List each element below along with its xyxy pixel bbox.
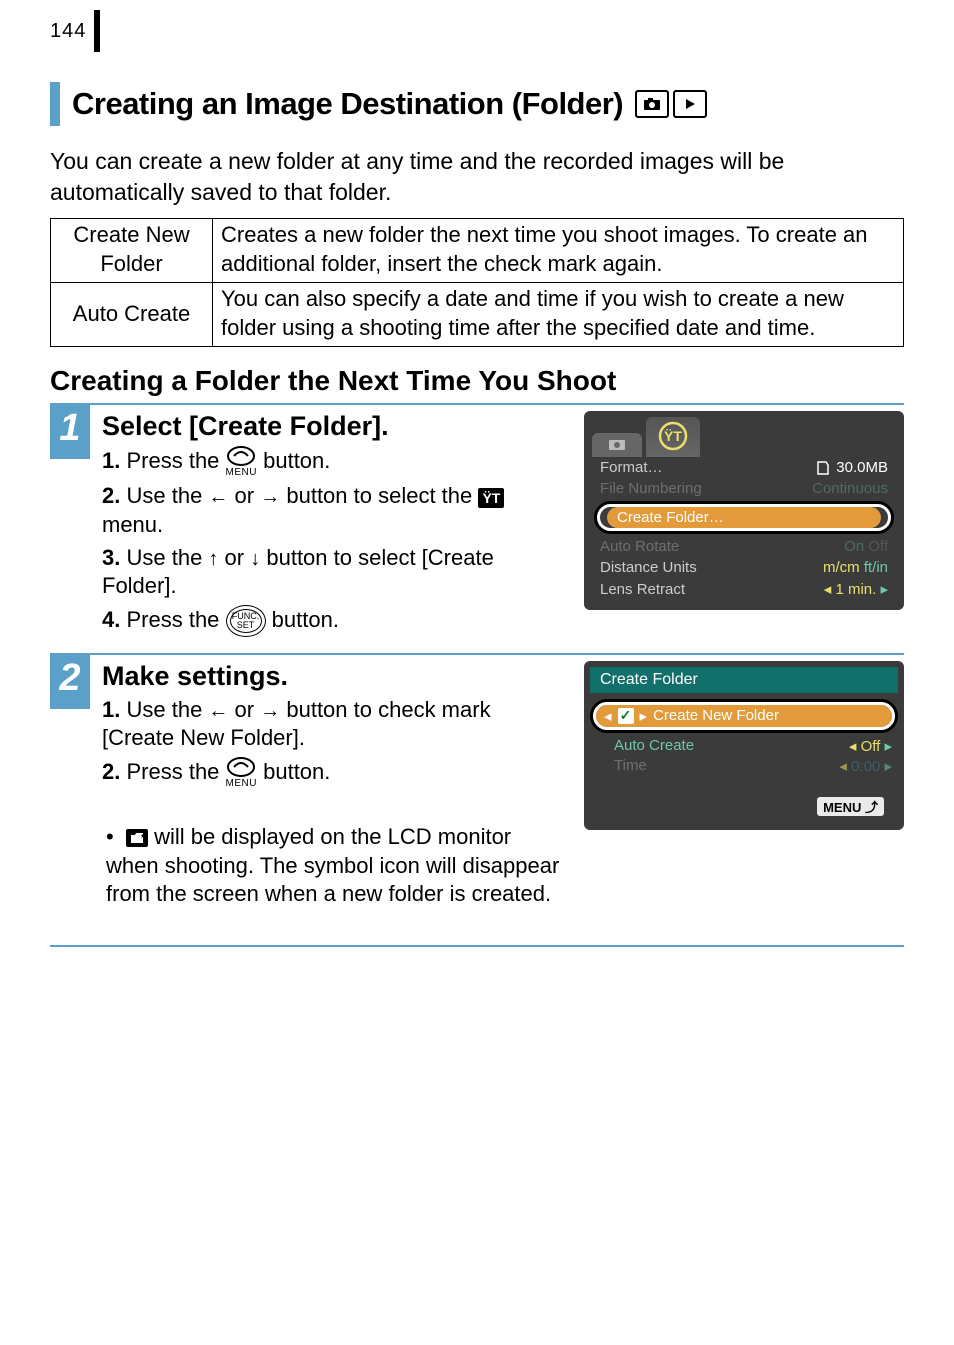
option-label: Create New Folder — [51, 219, 213, 283]
instruction-line: 2. Press the MENU button. — [102, 757, 568, 789]
section-title: Creating an Image Destination (Folder) — [72, 86, 623, 122]
intro-text: You can create a new folder at any time … — [50, 146, 904, 208]
func-set-button-icon: FUNC. SET — [226, 605, 266, 637]
left-arrow-icon: ← — [208, 700, 228, 722]
instruction-line: 2. Use the ← or → button to select the Ÿ… — [102, 482, 568, 539]
highlighted-menu-item: ◂ ✓ ▸ Create New Folder — [590, 699, 898, 733]
down-arrow-icon: ↓ — [250, 548, 260, 570]
table-row: Create New Folder Creates a new folder t… — [51, 219, 904, 283]
step-ordinal: 1. — [102, 697, 120, 722]
sub-heading: Creating a Folder the Next Time You Shoo… — [50, 365, 904, 397]
menu-item: Lens Retract ◂ 1 min. ▸ — [594, 578, 894, 600]
mode-icons — [635, 90, 707, 118]
option-desc: Creates a new folder the next time you s… — [213, 219, 904, 283]
page-number-block: 144 — [50, 10, 904, 52]
menu-back-button: MENU — [817, 797, 884, 816]
up-arrow-icon: ↑ — [208, 548, 218, 570]
step-ordinal: 3. — [102, 545, 120, 570]
camera-mode-icon — [635, 90, 669, 118]
svg-text:★: ★ — [140, 832, 144, 840]
menu-item: Format… 30.0MB — [594, 457, 894, 478]
step-2: 2 Make settings. 1. Use the ← or → butto… — [50, 653, 904, 947]
step-ordinal: 2. — [102, 759, 120, 784]
menu-item: Auto Rotate On Off — [594, 536, 894, 557]
submenu-title: Create Folder — [590, 667, 898, 693]
instruction-line: 1. Use the ← or → button to check mark [… — [102, 696, 568, 753]
menu-item: Auto Create ◂ Off ▸ — [584, 737, 904, 757]
step-number: 1 — [50, 405, 90, 459]
table-row: Auto Create You can also specify a date … — [51, 283, 904, 347]
title-accent — [50, 82, 60, 126]
manual-page: 144 Creating an Image Destination (Folde… — [0, 0, 954, 1345]
tools-menu-icon: ŸT — [478, 488, 504, 508]
step-ordinal: 1. — [102, 448, 120, 473]
menu-item: Distance Units m/cm ft/in — [594, 557, 894, 578]
step-ordinal: 2. — [102, 483, 120, 508]
camera-submenu-screenshot: Create Folder ◂ ✓ ▸ Create New Folder Au… — [584, 661, 904, 830]
instruction-line: 4. Press the FUNC. SET button. — [102, 605, 568, 637]
right-arrow-icon: → — [260, 486, 280, 508]
menu-button-icon: MENU — [226, 446, 257, 478]
instruction-line: 1. Press the MENU button. — [102, 446, 568, 478]
menu-button-icon: MENU — [226, 757, 257, 789]
option-desc: You can also specify a date and time if … — [213, 283, 904, 347]
section-title-bar: Creating an Image Destination (Folder) — [50, 82, 904, 126]
camera-menu-screenshot: ŸT Format… 30.0MB File Numbering — [584, 411, 904, 610]
sd-card-icon — [816, 460, 830, 476]
step-title: Make settings. — [102, 661, 568, 692]
new-folder-indicator-icon: ★ — [126, 829, 148, 847]
svg-text:ŸT: ŸT — [664, 428, 682, 444]
camera-tab-icon — [592, 433, 642, 457]
playback-mode-icon — [673, 90, 707, 118]
instruction-line: 3. Use the ↑ or ↓ button to select [Crea… — [102, 544, 568, 601]
step-ordinal: 4. — [102, 607, 120, 632]
note-line: • ★ will be displayed on the LCD monitor… — [102, 823, 568, 909]
page-number-divider — [94, 10, 100, 52]
page-number: 144 — [50, 20, 86, 43]
step-1: 1 Select [Create Folder]. 1. Press the M… — [50, 403, 904, 652]
checkmark-icon: ✓ — [618, 708, 634, 724]
right-arrow-icon: → — [260, 700, 280, 722]
menu-item: File Numbering Continuous — [594, 478, 894, 499]
step-number: 2 — [50, 655, 90, 709]
step-title: Select [Create Folder]. — [102, 411, 568, 442]
menu-item: Time ◂ 0:00 ▸ — [584, 757, 904, 777]
left-arrow-icon: ← — [208, 486, 228, 508]
option-label: Auto Create — [51, 283, 213, 347]
highlighted-menu-item: Create Folder… — [594, 501, 894, 534]
folder-options-table: Create New Folder Creates a new folder t… — [50, 218, 904, 347]
tools-tab-icon: ŸT — [646, 417, 700, 457]
